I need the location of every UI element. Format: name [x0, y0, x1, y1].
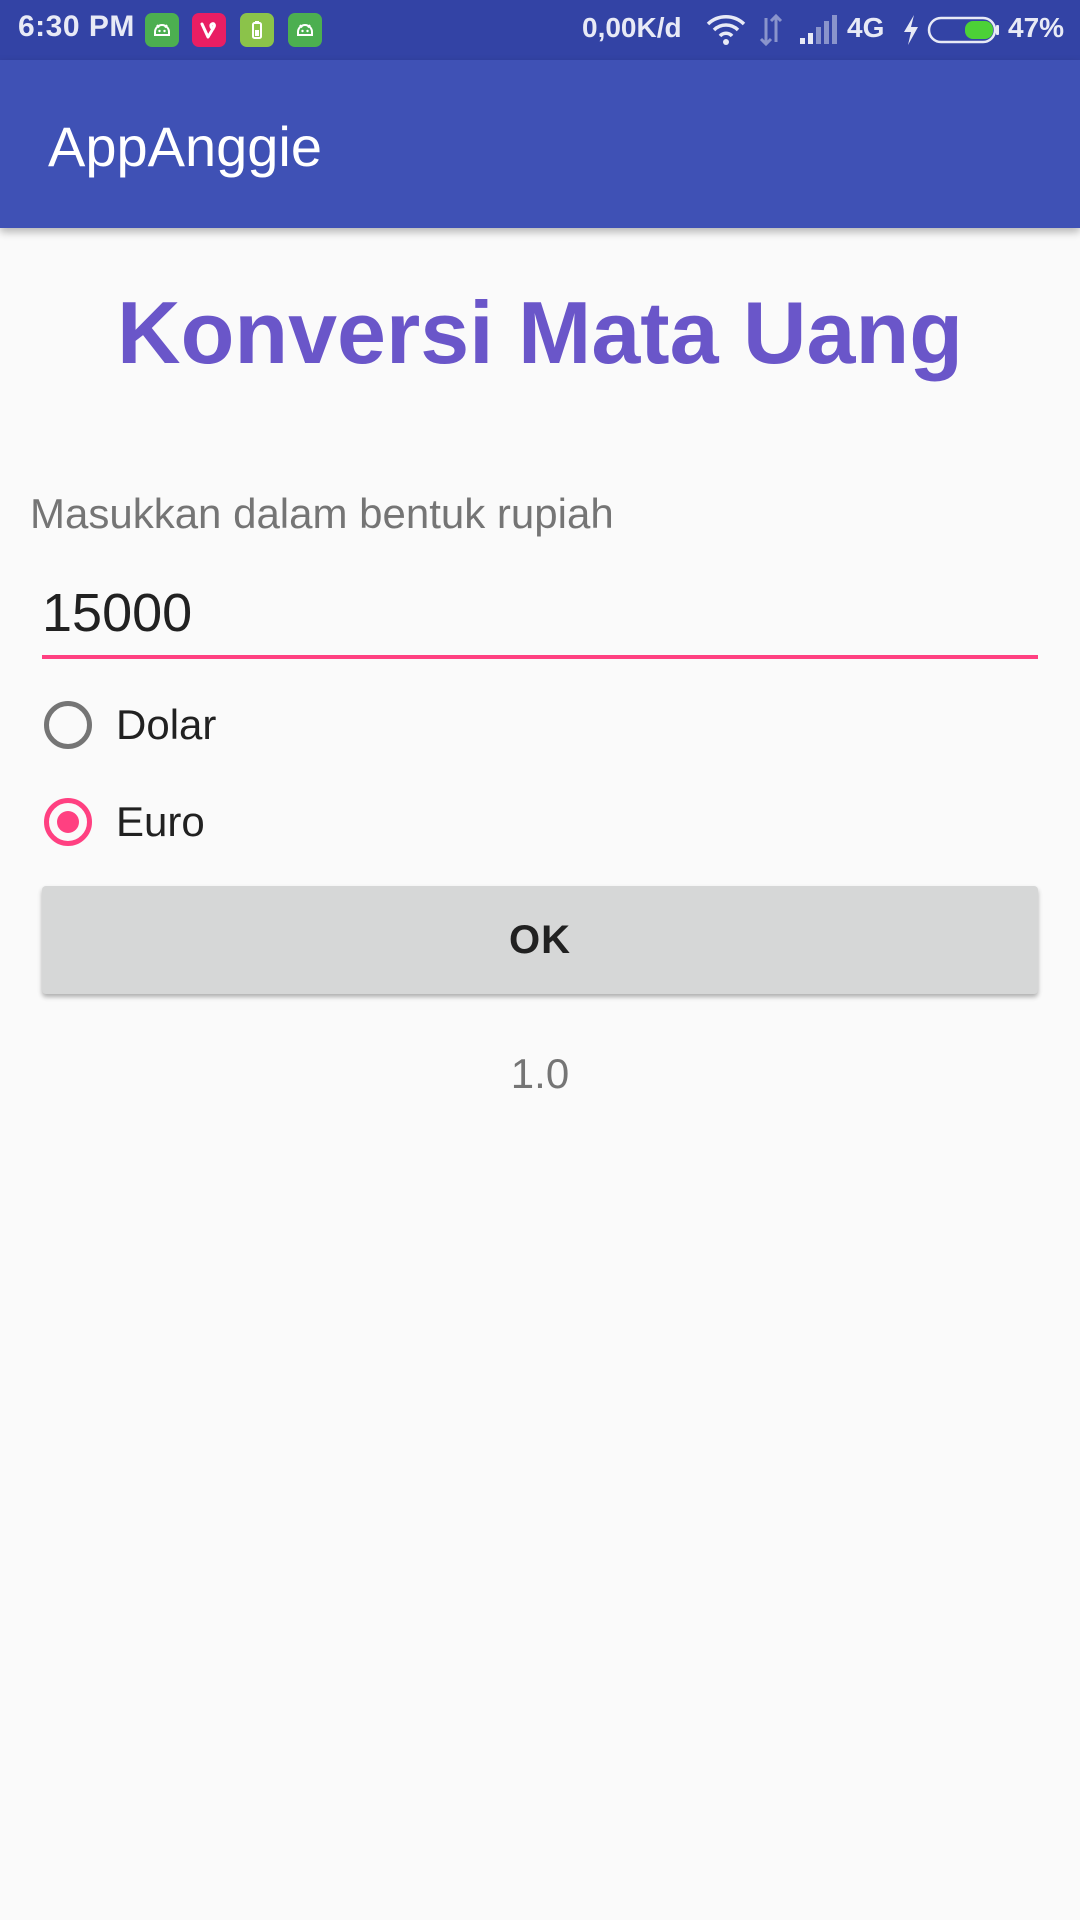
result-text: 1.0: [510, 1050, 570, 1097]
vine-icon: [192, 13, 226, 47]
input-label: Masukkan dalam bentuk rupiah: [30, 490, 614, 537]
wifi-icon: [706, 15, 746, 45]
charging-icon: [904, 15, 918, 45]
network-speed: 0,00K/d: [582, 12, 682, 43]
app-title: AppAnggie: [48, 115, 323, 178]
radio-euro[interactable]: Euro: [44, 787, 205, 857]
radio-label-euro[interactable]: Euro: [116, 798, 205, 846]
status-bar: 6:30 PM 0,00K/d 4G 47%: [0, 0, 1080, 60]
rupiah-input[interactable]: [42, 575, 1038, 659]
radio-dot: [57, 811, 79, 833]
page-title: Konversi Mata Uang: [117, 283, 963, 382]
battery-icon: [927, 16, 999, 44]
battery-saver-icon: [240, 13, 274, 47]
data-transfer-icon: [759, 13, 783, 47]
status-time: 6:30 PM: [18, 10, 135, 43]
radio-label-dolar[interactable]: Dolar: [116, 701, 216, 749]
radio-dolar[interactable]: Dolar: [44, 690, 216, 760]
signal-icon: [800, 15, 837, 44]
radio-checked-icon[interactable]: [44, 798, 92, 846]
android-icon: [288, 13, 322, 47]
battery-percentage: 47%: [1008, 12, 1065, 43]
app-bar: AppAnggie: [0, 60, 1080, 228]
android-icon: [145, 13, 179, 47]
network-type: 4G: [847, 12, 885, 43]
radio-unchecked-icon[interactable]: [44, 701, 92, 749]
ok-button[interactable]: OK: [42, 886, 1038, 994]
